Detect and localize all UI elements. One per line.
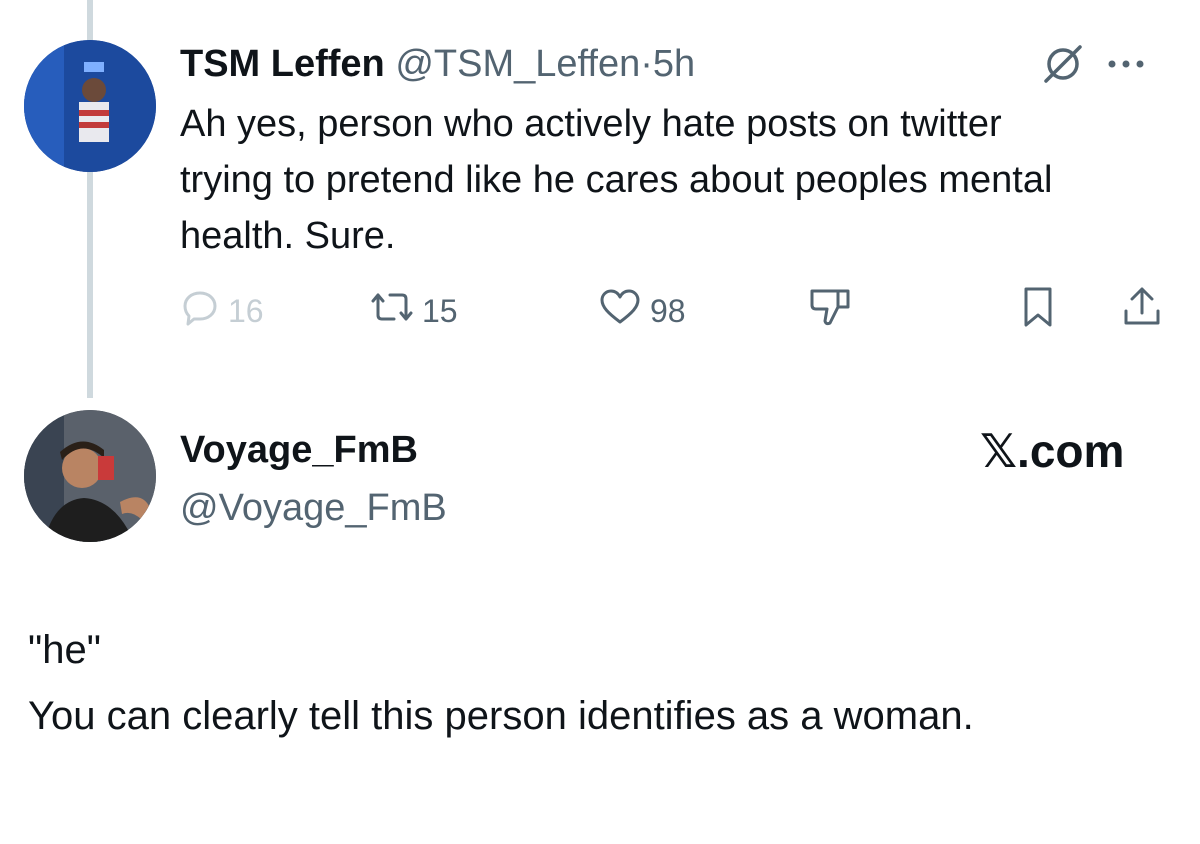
tweet-line: You can clearly tell this person identif… — [28, 694, 974, 738]
reply-action[interactable]: 16 — [180, 286, 264, 336]
reply-count: 16 — [228, 292, 264, 329]
like-action[interactable]: 98 — [598, 286, 686, 336]
tweet-header-icons — [1040, 44, 1146, 88]
avatar[interactable] — [24, 410, 156, 542]
tweet-header: TSM Leffen @TSM_Leffen·5h — [180, 42, 695, 86]
avatar[interactable] — [24, 40, 156, 172]
bookmark-action[interactable] — [1018, 286, 1058, 336]
like-icon — [598, 287, 642, 335]
display-name[interactable]: Voyage_FmB — [180, 428, 418, 472]
more-icon[interactable] — [1106, 57, 1146, 75]
dislike-icon — [806, 285, 854, 337]
share-icon — [1120, 285, 1164, 337]
share-action[interactable] — [1120, 286, 1164, 336]
mute-circle-icon[interactable] — [1040, 41, 1086, 92]
repost-count: 15 — [422, 292, 458, 329]
tweet-line: "he" — [28, 628, 101, 672]
timestamp[interactable]: 5h — [653, 43, 695, 85]
tweet-text: Ah yes, person who actively hate posts o… — [180, 103, 1053, 257]
separator-dot: · — [640, 43, 653, 85]
display-name[interactable]: TSM Leffen — [180, 43, 385, 85]
reply-icon — [180, 287, 220, 335]
repost-icon — [370, 287, 414, 335]
tweet-text: "he" You can clearly tell this person id… — [28, 622, 1128, 754]
x-com-brand: 𝕏.com — [980, 425, 1125, 477]
tweet-actions: 16 15 98 — [180, 286, 1180, 336]
repost-action[interactable]: 15 — [370, 286, 458, 336]
like-count: 98 — [650, 292, 686, 329]
bookmark-icon — [1018, 285, 1058, 337]
user-handle[interactable]: @TSM_Leffen — [395, 43, 640, 85]
user-handle[interactable]: @Voyage_FmB — [180, 486, 447, 530]
dislike-action[interactable] — [806, 286, 854, 336]
